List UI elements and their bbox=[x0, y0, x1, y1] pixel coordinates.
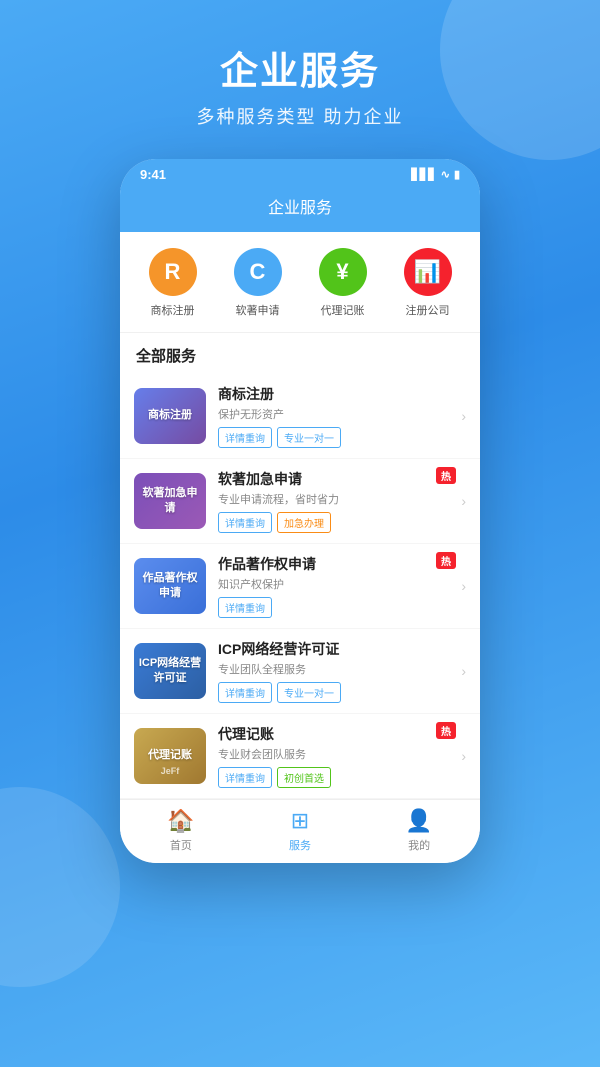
nav-label-service: 服务 bbox=[289, 837, 311, 853]
nav-item-service[interactable]: ⊞ 服务 bbox=[289, 808, 311, 853]
jeff-label: JeFf bbox=[134, 766, 206, 778]
hot-badge-soft: 热 bbox=[436, 467, 456, 484]
page-title: 企业服务 bbox=[20, 40, 580, 95]
service-tags-copyright: 详情重询 bbox=[218, 597, 457, 618]
thumb-text-icp: ICP网络经营许可证 bbox=[134, 652, 206, 691]
battery-icon: ▮ bbox=[454, 168, 460, 181]
tag-startup: 初创首选 bbox=[277, 767, 331, 788]
chevron-copyright: › bbox=[461, 578, 466, 594]
soft-label: 软著申请 bbox=[236, 302, 280, 318]
section-title: 全部服务 bbox=[120, 333, 480, 374]
service-name-soft: 软著加急申请 bbox=[218, 469, 457, 489]
service-name-trademark: 商标注册 bbox=[218, 384, 457, 404]
service-thumb-agent: 代理记账 JeFf bbox=[134, 728, 206, 784]
tag-detail-3: 详情重询 bbox=[218, 597, 272, 618]
service-info-soft: 软著加急申请 专业申请流程，省时省力 详情重询 加急办理 bbox=[218, 469, 457, 533]
chevron-icp: › bbox=[461, 663, 466, 679]
nav-label-home: 首页 bbox=[170, 837, 192, 853]
service-item-trademark[interactable]: 商标注册 商标注册 保护无形资产 详情重询 专业一对一 › bbox=[120, 374, 480, 459]
bottom-nav: 🏠 首页 ⊞ 服务 👤 我的 bbox=[120, 799, 480, 863]
service-name-icp: ICP网络经营许可证 bbox=[218, 639, 457, 659]
nav-item-home[interactable]: 🏠 首页 bbox=[167, 808, 194, 853]
wifi-icon: ∿ bbox=[441, 168, 450, 181]
register-icon-circle: 📊 bbox=[404, 248, 452, 296]
thumb-text-copyright: 作品著作权申请 bbox=[134, 567, 206, 606]
service-item-soft[interactable]: 软著加急申请 软著加急申请 专业申请流程，省时省力 详情重询 加急办理 › 热 bbox=[120, 459, 480, 544]
nav-label-my: 我的 bbox=[408, 837, 430, 853]
tag-detail-5: 详情重询 bbox=[218, 767, 272, 788]
service-desc-trademark: 保护无形资产 bbox=[218, 406, 457, 422]
my-icon: 👤 bbox=[405, 808, 432, 834]
service-item-copyright[interactable]: 作品著作权申请 作品著作权申请 知识产权保护 详情重询 › 热 bbox=[120, 544, 480, 629]
quick-icon-register[interactable]: 📊 注册公司 bbox=[404, 248, 452, 318]
service-info-icp: ICP网络经营许可证 专业团队全程服务 详情重询 专业一对一 bbox=[218, 639, 457, 703]
phone-mockup: 9:41 ▋▋▋ ∿ ▮ 企业服务 R 商标注册 C 软著申请 ¥ 代理记账 📊… bbox=[120, 159, 480, 863]
service-item-icp[interactable]: ICP网络经营许可证 ICP网络经营许可证 专业团队全程服务 详情重询 专业一对… bbox=[120, 629, 480, 714]
service-item-agent[interactable]: 代理记账 JeFf 代理记账 专业财会团队服务 详情重询 初创首选 › 热 bbox=[120, 714, 480, 799]
quick-icon-agent[interactable]: ¥ 代理记账 bbox=[319, 248, 367, 318]
service-list: 商标注册 商标注册 保护无形资产 详情重询 专业一对一 › 软著加急申请 软著加… bbox=[120, 374, 480, 799]
chevron-trademark: › bbox=[461, 408, 466, 424]
chevron-soft: › bbox=[461, 493, 466, 509]
chevron-agent: › bbox=[461, 748, 466, 764]
service-info-trademark: 商标注册 保护无形资产 详情重询 专业一对一 bbox=[218, 384, 457, 448]
service-thumb-icp: ICP网络经营许可证 bbox=[134, 643, 206, 699]
service-tags-soft: 详情重询 加急办理 bbox=[218, 512, 457, 533]
tag-detail-1: 详情重询 bbox=[218, 427, 272, 448]
thumb-text-soft: 软著加急申请 bbox=[134, 482, 206, 521]
home-icon: 🏠 bbox=[167, 808, 194, 834]
trademark-icon-circle: R bbox=[149, 248, 197, 296]
tag-professional-1: 专业一对一 bbox=[277, 427, 341, 448]
service-info-copyright: 作品著作权申请 知识产权保护 详情重询 bbox=[218, 554, 457, 618]
quick-icon-trademark[interactable]: R 商标注册 bbox=[149, 248, 197, 318]
service-tags-agent: 详情重询 初创首选 bbox=[218, 767, 457, 788]
service-info-agent: 代理记账 专业财会团队服务 详情重询 初创首选 bbox=[218, 724, 457, 788]
tag-detail-2: 详情重询 bbox=[218, 512, 272, 533]
service-icon: ⊞ bbox=[291, 808, 309, 834]
agent-label: 代理记账 bbox=[321, 302, 365, 318]
service-desc-copyright: 知识产权保护 bbox=[218, 576, 457, 592]
nav-item-my[interactable]: 👤 我的 bbox=[405, 808, 432, 853]
soft-icon-circle: C bbox=[234, 248, 282, 296]
thumb-text-agent: 代理记账 bbox=[144, 744, 196, 767]
service-name-agent: 代理记账 bbox=[218, 724, 457, 744]
app-header: 企业服务 bbox=[120, 186, 480, 232]
service-desc-agent: 专业财会团队服务 bbox=[218, 746, 457, 762]
page-header: 企业服务 多种服务类型 助力企业 bbox=[0, 0, 600, 149]
status-icons: ▋▋▋ ∿ ▮ bbox=[411, 168, 460, 181]
service-thumb-soft: 软著加急申请 bbox=[134, 473, 206, 529]
status-bar: 9:41 ▋▋▋ ∿ ▮ bbox=[120, 159, 480, 186]
bg-decoration-bottom bbox=[0, 787, 120, 987]
service-thumb-copyright: 作品著作权申请 bbox=[134, 558, 206, 614]
service-tags-icp: 详情重询 专业一对一 bbox=[218, 682, 457, 703]
quick-icons-row: R 商标注册 C 软著申请 ¥ 代理记账 📊 注册公司 bbox=[120, 232, 480, 333]
service-name-copyright: 作品著作权申请 bbox=[218, 554, 457, 574]
tag-professional-4: 专业一对一 bbox=[277, 682, 341, 703]
service-tags-trademark: 详情重询 专业一对一 bbox=[218, 427, 457, 448]
service-desc-soft: 专业申请流程，省时省力 bbox=[218, 491, 457, 507]
signal-icon: ▋▋▋ bbox=[411, 168, 436, 181]
service-thumb-trademark: 商标注册 bbox=[134, 388, 206, 444]
status-time: 9:41 bbox=[140, 167, 166, 182]
app-title: 企业服务 bbox=[268, 200, 332, 217]
register-label: 注册公司 bbox=[406, 302, 450, 318]
service-desc-icp: 专业团队全程服务 bbox=[218, 661, 457, 677]
agent-icon-circle: ¥ bbox=[319, 248, 367, 296]
page-subtitle: 多种服务类型 助力企业 bbox=[20, 103, 580, 129]
trademark-label: 商标注册 bbox=[151, 302, 195, 318]
tag-detail-4: 详情重询 bbox=[218, 682, 272, 703]
hot-badge-agent: 热 bbox=[436, 722, 456, 739]
hot-badge-copyright: 热 bbox=[436, 552, 456, 569]
thumb-text-trademark: 商标注册 bbox=[144, 404, 196, 427]
quick-icon-soft[interactable]: C 软著申请 bbox=[234, 248, 282, 318]
tag-urgent: 加急办理 bbox=[277, 512, 331, 533]
